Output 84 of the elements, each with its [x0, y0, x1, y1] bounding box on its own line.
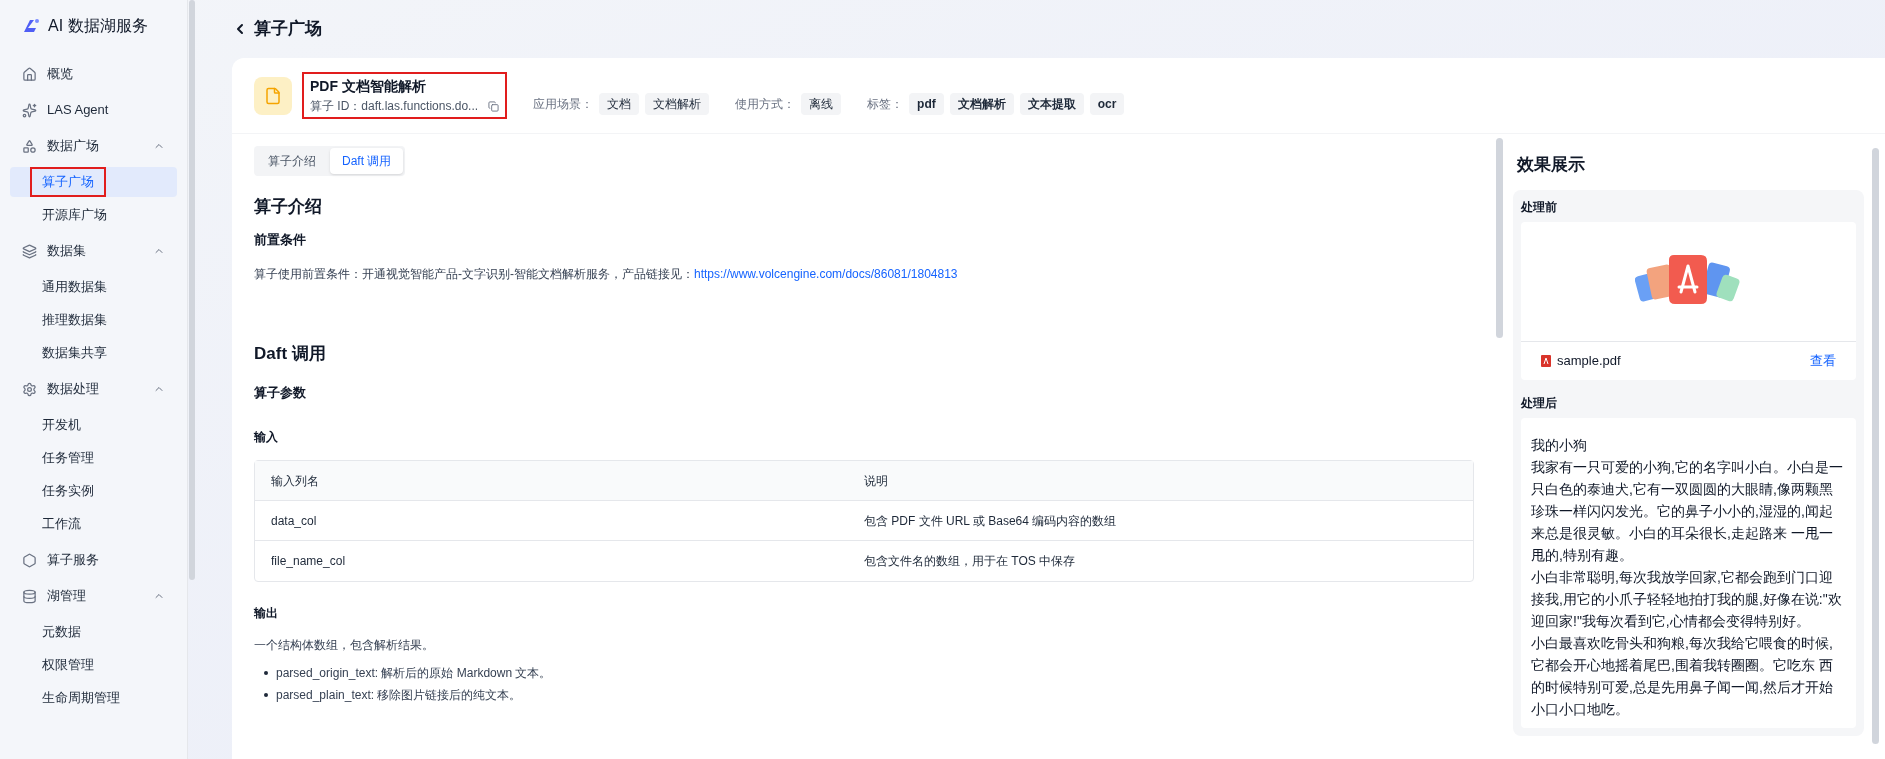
sidebar-item[interactable]: 通用数据集	[10, 272, 177, 302]
subsection-heading: 前置条件	[254, 230, 307, 249]
highlight-frame: 工作流	[30, 509, 93, 539]
section-label: 处理后	[1521, 394, 1558, 412]
column-header: 输入列名	[271, 472, 320, 490]
table-cell-text: 包含文件名的数组，用于在 TOS 中保存	[864, 553, 1077, 570]
sidebar-group[interactable]: 概览	[10, 56, 177, 92]
output-field-text: parsed_origin_text: 解析后的原始 Markdown 文本。	[276, 665, 552, 682]
document-icon	[264, 86, 282, 105]
highlight-frame: 算子广场	[30, 167, 106, 197]
output-description: 一个结构体数组，包含解析结果。	[254, 637, 435, 654]
output-field-text: parsed_plain_text: 移除图片链接后的纯文本。	[276, 687, 522, 704]
meta-label: 应用场景：	[533, 95, 594, 113]
highlight-frame: 开发机	[30, 410, 93, 440]
result-paragraph: 我家有一只可爱的小狗,它的名字叫小白。小白是一只白色的泰迪犬,它有一双圆圆的大眼睛,像两颗黑珍珠一样闪闪发光。它的鼻子小小的,湿湿的,闻起来总是很灵敏。小白的耳朵很长,走起路来 一甩一甩的,特别有趣。	[1531, 457, 1844, 565]
nav-icon	[22, 552, 37, 568]
scenario-tag: 文档解析	[645, 92, 710, 115]
panel-title: 效果展示	[1516, 154, 1586, 176]
highlight-frame: 数据集共享	[30, 338, 119, 368]
operator-name: PDF 文档智能解析	[310, 77, 427, 96]
nav-icon	[22, 588, 37, 604]
result-paragraph: 小白最喜欢吃骨头和狗粮,每次我给它喂食的时候,它都会开心地摇着尾巴,围着我转圈圈。它吃东 西的时候特别可爱,总是先用鼻子闻一闻,然后才开始小口小口地吃。	[1531, 633, 1834, 719]
highlight-frame: 推理数据集	[30, 305, 119, 335]
sidebar-group[interactable]: 数据集	[10, 233, 177, 269]
file-name: sample.pdf	[1557, 351, 1622, 370]
nav-icon	[22, 66, 37, 82]
sidebar-group[interactable]: 湖管理	[10, 578, 177, 614]
scenario-tag: 文档	[599, 92, 640, 115]
sidebar-group[interactable]: 数据广场	[10, 128, 177, 164]
highlight-frame: 生命周期管理	[30, 683, 132, 713]
meta-label: 使用方式：	[735, 95, 796, 113]
app-title: AI 数据湖服务	[48, 16, 148, 36]
tag: ocr	[1089, 92, 1125, 115]
nav-icon	[22, 243, 37, 259]
result-paragraph: 我的小狗	[1531, 435, 1588, 455]
table-cell-text: file_name_col	[271, 553, 347, 570]
sidebar-item[interactable]: 推理数据集	[10, 305, 177, 335]
tag: pdf	[909, 92, 944, 115]
highlight-frame: 任务实例	[30, 476, 106, 506]
sidebar-item[interactable]: 开发机	[10, 410, 177, 440]
prerequisite-text: 算子使用前置条件：开通视觉智能产品-文字识别-智能文档解析服务，产品链接见：https://www.volcengine.com/docs/86081/1804813	[254, 266, 959, 283]
tag: 文本提取	[1019, 92, 1084, 115]
sidebar-item[interactable]: 数据集共享	[10, 338, 177, 368]
tab[interactable]: Daft 调用	[330, 148, 404, 174]
docs-link[interactable]: https://www.volcengine.com/docs/86081/1804813	[694, 267, 958, 281]
sidebar-item[interactable]: 工作流	[10, 509, 177, 539]
sidebar-group[interactable]: 数据处理	[10, 371, 177, 407]
page-title: 算子广场	[254, 18, 322, 41]
view-link[interactable]: 查看	[1810, 350, 1836, 371]
sidebar-group[interactable]: 算子服务	[10, 542, 177, 578]
tab[interactable]: 算子介绍	[256, 148, 328, 174]
operator-id: 算子 ID：daft.las.functions.do...	[310, 98, 479, 115]
nav-icon	[22, 102, 37, 118]
subsection-heading: 算子参数	[254, 383, 307, 402]
section-label: 处理前	[1521, 198, 1558, 216]
column-header: 说明	[864, 472, 889, 490]
sidebar-item[interactable]: 元数据	[10, 617, 177, 647]
nav-icon	[22, 138, 37, 154]
tag: 文档解析	[949, 92, 1014, 115]
sidebar-group[interactable]: LAS Agent	[10, 92, 177, 128]
usage-tag: 离线	[801, 92, 842, 115]
table-cell-text: data_col	[271, 512, 318, 530]
highlight-frame: 任务管理	[30, 443, 106, 473]
highlight-frame: 元数据	[30, 617, 93, 647]
nav-icon	[22, 381, 37, 397]
subsection-heading: 输出	[254, 605, 279, 622]
section-heading: Daft 调用	[254, 343, 327, 365]
pdf-file-icon	[1541, 354, 1551, 367]
sidebar-item[interactable]: 任务实例	[10, 476, 177, 506]
highlight-frame: 权限管理	[30, 650, 106, 680]
subsection-heading: 输入	[254, 429, 279, 446]
table-cell-text: 包含 PDF 文件 URL 或 Base64 编码内容的数组	[864, 512, 1118, 530]
copy-icon[interactable]	[488, 100, 500, 112]
sidebar-item[interactable]: 开源库广场	[10, 200, 177, 230]
sidebar-item[interactable]: 任务管理	[10, 443, 177, 473]
sidebar-item[interactable]: 算子广场	[10, 167, 177, 197]
highlight-frame: 开源库广场	[30, 200, 119, 230]
sidebar-item[interactable]: 权限管理	[10, 650, 177, 680]
highlight-frame: 通用数据集	[30, 272, 119, 302]
result-paragraph: 小白非常聪明,每次我放学回家,它都会跑到门口迎接我,用它的小爪子轻轻地拍打我的腿,好像在说:"欢迎回家!"我每次看到它,心情都会变得特别好。	[1531, 567, 1843, 631]
meta-label: 标签：	[867, 95, 904, 113]
app-logo-icon	[22, 18, 40, 34]
section-heading: 算子介绍	[254, 196, 323, 218]
sidebar-item[interactable]: 生命周期管理	[10, 683, 177, 713]
